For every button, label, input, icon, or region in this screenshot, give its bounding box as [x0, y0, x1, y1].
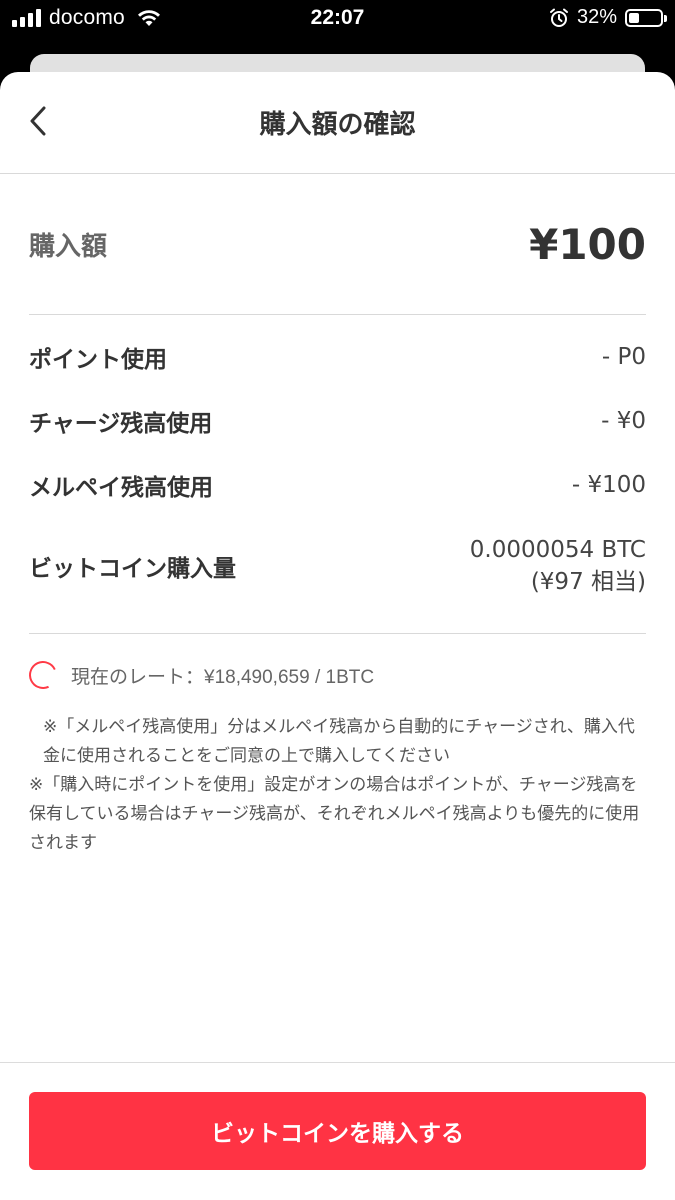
purchase-amount-label: 購入額	[29, 231, 108, 262]
btc-amount-row: ビットコイン購入量 0.0000054 BTC (¥97 相当)	[29, 517, 646, 615]
merpay-balance-row: メルペイ残高使用 - ¥100	[29, 453, 646, 517]
purchase-amount-row: 購入額 ¥100	[29, 174, 646, 315]
charge-balance-row: チャージ残高使用 - ¥0	[29, 389, 646, 453]
merpay-balance-value: - ¥100	[571, 472, 646, 498]
breakdown-section: ポイント使用 - P0 チャージ残高使用 - ¥0 メルペイ残高使用 - ¥10…	[29, 315, 646, 634]
content: 購入額 ¥100 ポイント使用 - P0 チャージ残高使用 - ¥0 メルペイ残…	[0, 174, 675, 858]
current-rate: 現在のレート：¥18,490,659 / 1BTC	[71, 666, 375, 688]
status-bar: docomo 22:07 32%	[0, 0, 675, 40]
merpay-balance-label: メルペイ残高使用	[29, 475, 213, 501]
note-item: ※「メルペイ残高使用」分はメルペイ残高から自動的にチャージされ、購入代金に使用さ…	[43, 717, 635, 766]
points-usage-row: ポイント使用 - P0	[29, 325, 646, 389]
btc-amount-label: ビットコイン購入量	[29, 556, 236, 582]
navigation-bar: 購入額の確認	[0, 72, 675, 174]
status-right: 32%	[549, 6, 667, 29]
note-item: ※「購入時にポイントを使用」設定がオンの場合はポイントが、チャージ残高を保有して…	[29, 775, 640, 853]
screen: docomo 22:07 32% 購入額の確認 購入額 ¥100 ポイント使用 …	[0, 0, 675, 1200]
charge-balance-label: チャージ残高使用	[29, 411, 213, 437]
btc-amount-yen-equivalent: (¥97 相当)	[530, 569, 646, 595]
btc-amount-quantity: 0.0000054 BTC	[469, 537, 646, 563]
buy-bitcoin-button[interactable]: ビットコインを購入する	[29, 1092, 646, 1170]
bottom-bar: ビットコインを購入する	[0, 1062, 675, 1200]
charge-balance-value: - ¥0	[601, 408, 646, 434]
battery-icon	[625, 8, 667, 27]
confirm-sheet: 購入額の確認 購入額 ¥100 ポイント使用 - P0 チャージ残高使用 - ¥…	[0, 72, 675, 1200]
battery-percent: 32%	[576, 6, 617, 28]
notes: ※「メルペイ残高使用」分はメルペイ残高から自動的にチャージされ、購入代金に使用さ…	[29, 713, 646, 858]
btc-amount-value: 0.0000054 BTC (¥97 相当)	[470, 534, 646, 598]
rate-row: 現在のレート：¥18,490,659 / 1BTC	[25, 657, 646, 693]
purchase-amount-value: ¥100	[529, 219, 646, 269]
rate-refresh-spinner-icon	[25, 657, 61, 693]
points-usage-label: ポイント使用	[29, 347, 167, 373]
page-title: 購入額の確認	[259, 110, 416, 140]
alarm-icon	[549, 8, 568, 27]
points-usage-value: - P0	[601, 344, 646, 370]
battery-level	[629, 12, 639, 23]
